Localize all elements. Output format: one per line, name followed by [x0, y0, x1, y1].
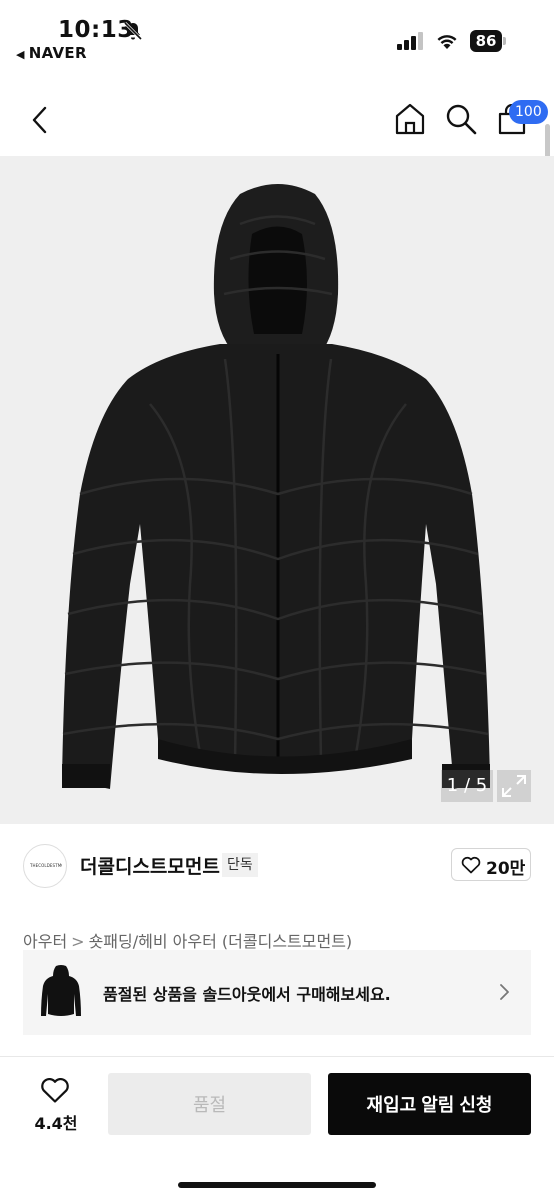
restock-alert-button[interactable]: 재입고 알림 신청 — [328, 1073, 531, 1135]
bottom-bar-divider — [0, 1056, 554, 1057]
back-to-app-link[interactable]: ◀ NAVER — [16, 44, 87, 62]
brand-like-count: 20만 — [486, 859, 526, 879]
cart-count-badge: 100 — [509, 100, 548, 124]
heart-icon — [41, 1077, 69, 1103]
expand-icon — [502, 775, 526, 797]
exclusive-badge: 단독 — [222, 853, 258, 877]
search-icon[interactable] — [444, 102, 478, 136]
soldout-button: 품절 — [108, 1073, 311, 1135]
product-image-carousel[interactable] — [0, 156, 554, 824]
status-bar: 10:13 ◀ NAVER 86 — [0, 0, 554, 66]
heart-icon — [461, 856, 481, 874]
battery-indicator: 86 — [470, 30, 506, 52]
soldout-banner[interactable]: 품절된 상품을 솔드아웃에서 구매해보세요. — [23, 950, 531, 1035]
expand-image-button[interactable] — [497, 770, 531, 802]
brand-like-button[interactable]: 20만 — [451, 848, 531, 881]
banner-product-thumbnail — [41, 965, 81, 1016]
brand-row: THECOLDESTMOMENT 더콜디스트모먼트 단독 20만 — [0, 840, 554, 892]
breadcrumb-category[interactable]: 아우터 — [23, 932, 67, 951]
chevron-left-icon[interactable] — [28, 104, 52, 136]
cellular-signal-icon — [397, 32, 423, 50]
product-photo-puffer-jacket — [62, 184, 490, 789]
breadcrumb-subcategory[interactable]: 숏패딩/헤비 아우터 — [89, 932, 217, 951]
home-indicator — [178, 1182, 376, 1188]
chevron-right-icon — [500, 984, 509, 1000]
bell-off-icon — [123, 21, 143, 41]
product-like-button[interactable]: 4.4천 — [28, 1074, 84, 1134]
brand-name-link[interactable]: 더콜디스트모먼트 — [80, 852, 220, 879]
battery-level: 86 — [470, 30, 502, 52]
back-app-label: NAVER — [28, 44, 87, 62]
wifi-icon — [437, 35, 457, 49]
breadcrumb-separator: > — [71, 932, 85, 951]
breadcrumb-brand[interactable]: (더콜디스트모먼트) — [222, 932, 352, 951]
breadcrumb: 아우터 > 숏패딩/헤비 아우터 (더콜디스트모먼트) — [23, 928, 352, 952]
product-like-count: 4.4천 — [34, 1114, 78, 1133]
brand-logo[interactable]: THECOLDESTMOMENT — [23, 844, 67, 888]
brand-logo-text: THECOLDESTMOMENT — [30, 863, 62, 868]
top-nav-bar — [0, 86, 554, 156]
banner-text: 품절된 상품을 솔드아웃에서 구매해보세요. — [103, 985, 391, 1004]
home-icon[interactable] — [393, 102, 427, 136]
image-page-indicator: 1 / 5 — [441, 770, 493, 802]
